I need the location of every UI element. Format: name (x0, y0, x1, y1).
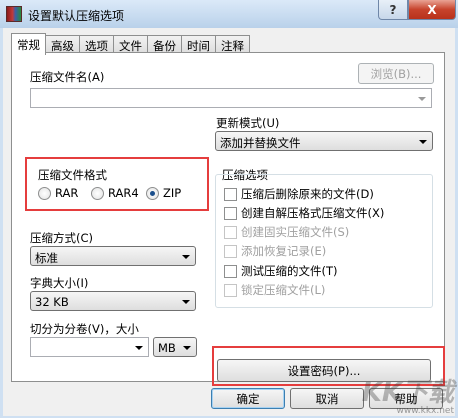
browse-button[interactable]: 浏览(B)... (358, 63, 434, 84)
split-unit-select[interactable]: MB (153, 337, 197, 357)
tab-strip: 常规 高级 选项 文件 备份 时间 注释 (11, 33, 250, 55)
title-bar: 设置默认压缩选项 ? X (0, 0, 458, 28)
option-test-files-label: 测试压缩的文件(T) (241, 264, 338, 278)
tab-general[interactable]: 常规 (11, 33, 46, 55)
checkbox (224, 283, 237, 297)
option-create-sfx[interactable]: 创建自解压格式压缩文件(X) (224, 205, 384, 221)
format-radio-rar[interactable]: RAR (38, 186, 78, 200)
dictionary-size-label: 字典大小(I) (30, 276, 89, 290)
chevron-down-icon (135, 346, 143, 350)
split-size-input[interactable] (30, 337, 149, 357)
set-password-button[interactable]: 设置密码(P)... (217, 359, 431, 382)
dictionary-size-select[interactable]: 32 KB (30, 291, 196, 311)
format-radio-zip[interactable]: ZIP (146, 186, 181, 200)
split-volumes-label: 切分为分卷(V)，大小 (30, 322, 139, 336)
format-highlight-box (25, 157, 209, 211)
general-tab-panel: 压缩文件名(A) 浏览(B)... 更新模式(U) 添加并替换文件 压缩文件格式… (11, 52, 445, 386)
checkbox (224, 244, 237, 258)
checkbox (224, 264, 237, 278)
format-radio-rar4[interactable]: RAR4 (91, 186, 139, 200)
update-mode-select[interactable]: 添加并替换文件 (215, 131, 433, 151)
option-lock-archive-label: 锁定压缩文件(L) (241, 283, 326, 297)
chevron-down-icon (182, 300, 190, 304)
chevron-down-icon (419, 140, 427, 144)
option-recovery-record-label: 添加恢复记录(E) (241, 244, 327, 258)
ok-button[interactable]: 确定 (211, 388, 285, 409)
archive-name-label: 压缩文件名(A) (30, 70, 105, 84)
compression-method-label: 压缩方式(C) (30, 231, 94, 245)
chevron-down-icon (418, 97, 426, 101)
winrar-app-icon (6, 6, 22, 22)
chevron-down-icon (183, 346, 191, 350)
cancel-button[interactable]: 取消 (290, 388, 364, 409)
format-rar4-label: RAR4 (108, 186, 139, 200)
close-button[interactable]: X (408, 0, 456, 20)
option-solid[interactable]: 创建固实压缩文件(S) (224, 224, 349, 240)
checkbox (224, 225, 237, 239)
update-mode-value: 添加并替换文件 (220, 136, 301, 150)
radio-circle-selected (146, 186, 159, 200)
window-title: 设置默认压缩选项 (28, 9, 125, 23)
option-test-files[interactable]: 测试压缩的文件(T) (224, 263, 338, 279)
radio-circle (38, 186, 51, 200)
compression-method-value: 标准 (35, 251, 58, 265)
update-mode-label: 更新模式(U) (216, 116, 280, 130)
dictionary-size-value: 32 KB (35, 295, 69, 309)
format-zip-label: ZIP (163, 186, 182, 200)
dialog-body: 常规 高级 选项 文件 备份 时间 注释 压缩文件名(A) 浏览(B)... 更… (3, 28, 455, 416)
help-button[interactable]: 帮助 (369, 388, 443, 409)
option-delete-after[interactable]: 压缩后删除原来的文件(D) (224, 186, 374, 202)
archive-name-input[interactable] (30, 88, 432, 108)
format-rar-label: RAR (55, 186, 79, 200)
compression-method-select[interactable]: 标准 (30, 246, 196, 266)
archive-format-title: 压缩文件格式 (38, 168, 107, 182)
option-recovery-record[interactable]: 添加恢复记录(E) (224, 243, 326, 259)
option-lock-archive[interactable]: 锁定压缩文件(L) (224, 282, 325, 298)
checkbox (224, 187, 237, 201)
split-unit-value: MB (158, 341, 176, 355)
option-create-sfx-label: 创建自解压格式压缩文件(X) (241, 206, 385, 220)
chevron-down-icon (182, 255, 190, 259)
option-delete-after-label: 压缩后删除原来的文件(D) (241, 187, 374, 201)
option-solid-label: 创建固实压缩文件(S) (241, 225, 350, 239)
help-title-button[interactable]: ? (378, 0, 408, 20)
checkbox (224, 206, 237, 220)
radio-circle (91, 186, 104, 200)
